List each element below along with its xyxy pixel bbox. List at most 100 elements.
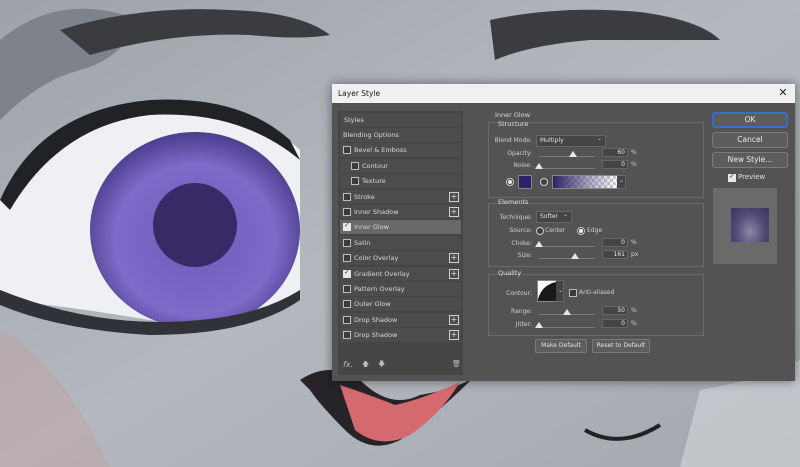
opacity-input[interactable]: 60 xyxy=(602,148,628,157)
sidebar-item-checkbox[interactable] xyxy=(343,146,351,155)
choke-slider[interactable] xyxy=(535,241,595,247)
make-default-button[interactable]: Make Default xyxy=(535,339,587,353)
sidebar-item-texture[interactable]: Texture xyxy=(340,174,461,189)
sidebar-item-checkbox[interactable] xyxy=(343,331,351,340)
opacity-unit: % xyxy=(631,149,637,156)
contour-label: Contour: xyxy=(506,290,532,297)
layer-style-dialog: Layer Style ✕ Styles Blending Options Bev… xyxy=(332,84,795,381)
add-effect-icon[interactable]: + xyxy=(449,314,459,325)
noise-input[interactable]: 0 xyxy=(602,160,628,169)
sidebar-item-drop-shadow[interactable]: Drop Shadow + xyxy=(340,312,461,327)
size-label: Size: xyxy=(517,252,532,259)
opacity-slider-thumb[interactable] xyxy=(568,151,577,157)
close-icon[interactable]: ✕ xyxy=(776,86,790,100)
blend-mode-select[interactable]: Multiply ⌄ xyxy=(536,135,606,147)
move-down-icon[interactable]: 🡇 xyxy=(378,360,385,371)
sidebar-item-checkbox[interactable] xyxy=(343,208,351,216)
sidebar-item-checkbox[interactable] xyxy=(343,254,351,263)
choke-input[interactable]: 0 xyxy=(602,238,628,247)
sidebar-item-label: Pattern Overlay xyxy=(354,285,405,293)
preview-label: Preview xyxy=(738,173,766,181)
sidebar-item-label: Inner Glow xyxy=(354,223,390,232)
sidebar-item-outer-glow[interactable]: Outer Glow xyxy=(340,297,461,312)
cancel-button[interactable]: Cancel xyxy=(712,132,788,148)
source-center-label: Center xyxy=(545,227,566,234)
opacity-slider[interactable] xyxy=(539,151,595,157)
ok-button[interactable]: OK xyxy=(712,112,788,128)
gradient-dropdown[interactable]: ⌄ xyxy=(617,175,626,189)
sidebar-item-checkbox[interactable] xyxy=(351,161,359,170)
sidebar-item-bevel-emboss[interactable]: Bevel & Emboss xyxy=(340,143,461,158)
sidebar-item-checkbox[interactable] xyxy=(343,300,351,309)
sidebar-item-label: Contour xyxy=(362,161,388,170)
trash-icon[interactable]: 🗑 xyxy=(452,360,461,368)
sidebar-item-drop-shadow[interactable]: Drop Shadow + xyxy=(340,328,461,343)
jitter-slider[interactable] xyxy=(535,322,595,328)
noise-slider[interactable] xyxy=(535,163,595,169)
sidebar-item-label: Texture xyxy=(362,177,386,186)
source-center-radio[interactable] xyxy=(536,227,544,235)
range-input[interactable]: 50 xyxy=(602,306,628,315)
sidebar-item-checkbox[interactable] xyxy=(343,268,351,278)
sidebar-item-stroke[interactable]: Stroke + xyxy=(340,189,461,204)
preview-checkbox[interactable] xyxy=(728,172,736,182)
technique-select[interactable]: Softer ⌄ xyxy=(536,211,572,223)
noise-unit: % xyxy=(631,161,637,168)
solid-color-radio[interactable] xyxy=(506,178,514,186)
sidebar-item-label: Gradient Overlay xyxy=(354,269,410,278)
sidebar-header-styles[interactable]: Styles xyxy=(340,113,461,127)
structure-label: Structure xyxy=(498,120,529,128)
jitter-label: Jitter: xyxy=(515,321,532,328)
sidebar-item-satin[interactable]: Satin xyxy=(340,235,461,250)
gradient-preview[interactable] xyxy=(552,175,618,189)
preview-swatch xyxy=(731,208,769,242)
sidebar-item-checkbox[interactable] xyxy=(343,192,351,201)
elements-label: Elements xyxy=(498,198,529,206)
noise-slider-thumb[interactable] xyxy=(535,163,543,169)
add-effect-icon[interactable]: + xyxy=(449,207,459,217)
sidebar-item-checkbox[interactable] xyxy=(343,221,351,232)
sidebar-item-color-overlay[interactable]: Color Overlay + xyxy=(340,251,461,266)
range-slider[interactable] xyxy=(539,309,595,315)
sidebar-item-checkbox[interactable] xyxy=(343,285,351,293)
size-slider[interactable] xyxy=(539,253,595,259)
anti-aliased-checkbox[interactable] xyxy=(569,289,577,297)
anti-aliased-label: Anti-aliased xyxy=(579,289,615,296)
contour-dropdown[interactable]: ⌄ xyxy=(556,280,564,302)
sidebar-item-checkbox[interactable] xyxy=(343,315,351,324)
range-slider-thumb[interactable] xyxy=(563,309,571,315)
sidebar-item-checkbox[interactable] xyxy=(343,238,351,247)
add-effect-icon[interactable]: + xyxy=(449,330,459,341)
glow-color-swatch[interactable] xyxy=(518,175,532,189)
sidebar-item-label: Satin xyxy=(354,238,371,247)
sidebar-item-label: Bevel & Emboss xyxy=(354,146,407,155)
choke-slider-thumb[interactable] xyxy=(535,241,543,247)
move-up-icon[interactable]: 🡅 xyxy=(362,360,369,371)
add-effect-icon[interactable]: + xyxy=(449,253,459,264)
sidebar-item-inner-shadow[interactable]: Inner Shadow + xyxy=(340,205,461,219)
sidebar-item-gradient-overlay[interactable]: Gradient Overlay + xyxy=(340,266,461,281)
sidebar-item-pattern-overlay[interactable]: Pattern Overlay xyxy=(340,282,461,296)
new-style-button[interactable]: New Style... xyxy=(712,152,788,168)
sidebar-item-inner-glow[interactable]: Inner Glow xyxy=(340,220,461,235)
contour-preview[interactable] xyxy=(537,280,557,302)
jitter-slider-thumb[interactable] xyxy=(535,322,543,328)
fx-icon[interactable]: fx. xyxy=(343,360,353,369)
sidebar-item-contour[interactable]: Contour xyxy=(340,158,461,173)
sidebar-item-checkbox[interactable] xyxy=(351,177,359,186)
dialog-titlebar: Layer Style ✕ xyxy=(332,84,795,103)
reset-to-default-button[interactable]: Reset to Default xyxy=(592,339,650,353)
add-effect-icon[interactable]: + xyxy=(449,191,459,202)
sidebar-item-blending-options[interactable]: Blending Options xyxy=(340,128,461,142)
jitter-input[interactable]: 0 xyxy=(602,319,628,328)
size-input[interactable]: 161 xyxy=(602,250,628,259)
source-edge-radio[interactable] xyxy=(577,227,585,235)
add-effect-icon[interactable]: + xyxy=(449,268,459,279)
blend-mode-label: Blend Mode: xyxy=(494,137,532,144)
sidebar-item-label: Inner Shadow xyxy=(354,208,399,216)
gradient-radio[interactable] xyxy=(540,178,548,186)
chevron-down-icon: ⌄ xyxy=(618,177,624,184)
size-unit: px xyxy=(631,251,639,258)
chevron-down-icon: ⌄ xyxy=(557,287,563,294)
size-slider-thumb[interactable] xyxy=(570,253,579,259)
